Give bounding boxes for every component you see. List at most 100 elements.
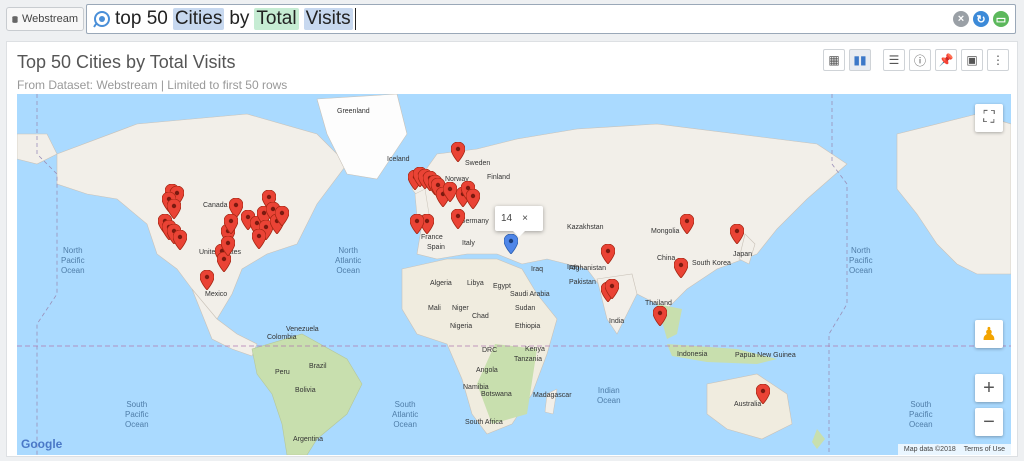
map-label: Mongolia — [651, 228, 680, 235]
map-marker[interactable] — [221, 236, 235, 256]
map-marker[interactable] — [200, 270, 214, 290]
map-attribution: Map data ©2018 Terms of Use — [897, 444, 1011, 455]
text-caret — [354, 8, 356, 30]
map-marker[interactable] — [674, 258, 688, 278]
map-label: Bolivia — [295, 387, 316, 394]
map-marker[interactable] — [443, 182, 457, 202]
map-label: Sudan — [515, 305, 536, 312]
search-query[interactable]: top 50 Cities by Total Visits — [115, 8, 356, 30]
query-token: Cities — [172, 8, 225, 30]
map-marker[interactable] — [451, 209, 465, 229]
map-label: Finland — [487, 174, 510, 181]
map-label: Japan — [733, 251, 753, 258]
folder-icon[interactable]: ▭ — [993, 11, 1009, 27]
table-view-icon[interactable]: ▦ — [823, 49, 845, 71]
map-label: Namibia — [463, 384, 489, 391]
map-label: Algeria — [430, 280, 452, 287]
map-label: Ethiopia — [515, 323, 541, 330]
map-marker[interactable] — [410, 214, 424, 234]
chart-view-icon[interactable]: ▮▮ — [849, 49, 871, 71]
map-label: Greenland — [337, 108, 370, 115]
panel-toolbar: ▦ ▮▮ ☰ ⓘ 📌 ▣ ⋮ — [823, 49, 1009, 71]
map-label: Canada — [203, 202, 228, 209]
map-label: France — [421, 234, 443, 241]
map-label: Libya — [467, 280, 484, 287]
ocean-label: North Pacific Ocean — [61, 246, 85, 275]
map-label: Iran — [567, 264, 580, 271]
ocean-label: South Pacific Ocean — [909, 400, 933, 429]
world-map[interactable]: Greenland Iceland Sweden Finland Norway Canad… — [17, 94, 1011, 455]
map-label: Kazakhstan — [567, 224, 604, 231]
map-label: Spain — [427, 244, 445, 251]
map-label: Peru — [275, 369, 290, 376]
query-token: by — [229, 8, 250, 29]
database-icon — [12, 15, 18, 23]
fullscreen-icon[interactable]: ⛶ — [975, 104, 1003, 132]
map-marker[interactable] — [680, 214, 694, 234]
map-label: Chad — [472, 313, 489, 320]
map-marker[interactable] — [756, 384, 770, 404]
map-marker[interactable] — [173, 230, 187, 250]
map-marker[interactable] — [451, 142, 465, 162]
clear-icon[interactable]: × — [953, 11, 969, 27]
map-label: Iceland — [387, 156, 410, 163]
map-label: South Korea — [692, 260, 731, 267]
map-label: India — [609, 318, 625, 325]
zoom-out-button[interactable]: − — [975, 408, 1003, 436]
map-marker[interactable] — [601, 244, 615, 264]
ocean-label: South Atlantic Ocean — [392, 400, 419, 429]
search-logo-icon — [93, 11, 110, 28]
query-token: top 50 — [115, 8, 168, 29]
map-label: Angola — [476, 367, 498, 374]
list-settings-icon[interactable]: ☰ — [883, 49, 905, 71]
map-label: Egypt — [493, 283, 511, 290]
selected-map-marker[interactable] — [504, 234, 518, 254]
map-label: Niger — [452, 305, 469, 312]
map-label: Saudi Arabia — [510, 291, 550, 298]
zoom-in-button[interactable]: + — [975, 374, 1003, 402]
map-label: Mali — [428, 305, 441, 312]
search-bar[interactable]: top 50 Cities by Total Visits × ↻ ▭ — [86, 4, 1016, 34]
map-marker[interactable] — [466, 189, 480, 209]
map-marker[interactable] — [252, 229, 266, 249]
map-label: Indonesia — [677, 351, 708, 358]
map-marker[interactable] — [605, 279, 619, 299]
map-label: Kenya — [525, 346, 545, 353]
map-label: Iraq — [531, 266, 544, 273]
terms-link[interactable]: Terms of Use — [964, 446, 1005, 453]
map-label: Sweden — [465, 160, 491, 167]
map-label: China — [657, 255, 676, 262]
map-marker[interactable] — [653, 306, 667, 326]
map-label: Pakistan — [569, 279, 596, 286]
datasource-button[interactable]: Webstream — [6, 7, 84, 31]
ocean-label: North Atlantic Ocean — [335, 246, 362, 275]
save-icon[interactable]: ▣ — [961, 49, 983, 71]
ocean-label: North Pacific Ocean — [849, 246, 873, 275]
query-token: Visits — [303, 8, 353, 30]
map-label: Papua New Guinea — [735, 352, 796, 359]
page-title: Top 50 Cities by Total Visits — [17, 52, 236, 72]
refresh-icon[interactable]: ↻ — [973, 11, 989, 27]
more-options-icon[interactable]: ⋮ — [987, 49, 1009, 71]
ocean-label: South Pacific Ocean — [125, 400, 149, 429]
result-panel: Top 50 Cities by Total Visits From Datas… — [6, 41, 1018, 457]
map-label: Mexico — [205, 291, 228, 298]
map-label: Madagascar — [533, 392, 572, 399]
map-marker[interactable] — [730, 224, 744, 244]
pin-icon[interactable]: 📌 — [935, 49, 957, 71]
popup-close-icon[interactable]: × — [522, 213, 528, 224]
map-data-text: Map data ©2018 — [903, 446, 956, 453]
map-label: Venezuela — [286, 326, 319, 333]
ocean-label: Indian Ocean — [597, 386, 621, 405]
map-marker[interactable] — [275, 206, 289, 226]
google-logo: Google — [21, 437, 63, 451]
popup-value: 14 — [501, 213, 513, 224]
top-bar: Webstream top 50 Cities by Total Visits × ↻ … — [0, 0, 1024, 38]
map-label: Italy — [462, 240, 475, 247]
map-label: Nigeria — [450, 323, 473, 330]
street-view-pegman-icon[interactable]: ♟ — [975, 320, 1003, 348]
info-icon[interactable]: ⓘ — [909, 49, 931, 71]
map-marker[interactable] — [224, 214, 238, 234]
map-popup: 14 × — [495, 206, 543, 237]
map-label: South Africa — [465, 419, 503, 426]
